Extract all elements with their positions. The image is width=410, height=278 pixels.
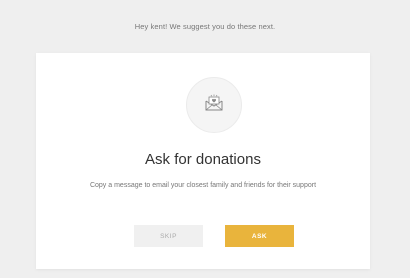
card-description: Copy a message to email your closest fam…	[89, 182, 317, 189]
page: Hey kent! We suggest you do these next.	[0, 0, 410, 278]
card-title: Ask for donations	[145, 151, 261, 168]
envelope-heart-icon	[204, 94, 224, 117]
ask-button[interactable]: ASK	[225, 225, 294, 247]
icon-circle	[186, 77, 242, 133]
suggestion-card: Ask for donations Copy a message to emai…	[36, 53, 370, 269]
suggestion-text: Hey kent! We suggest you do these next.	[134, 22, 276, 31]
skip-button[interactable]: SKIP	[134, 225, 203, 247]
